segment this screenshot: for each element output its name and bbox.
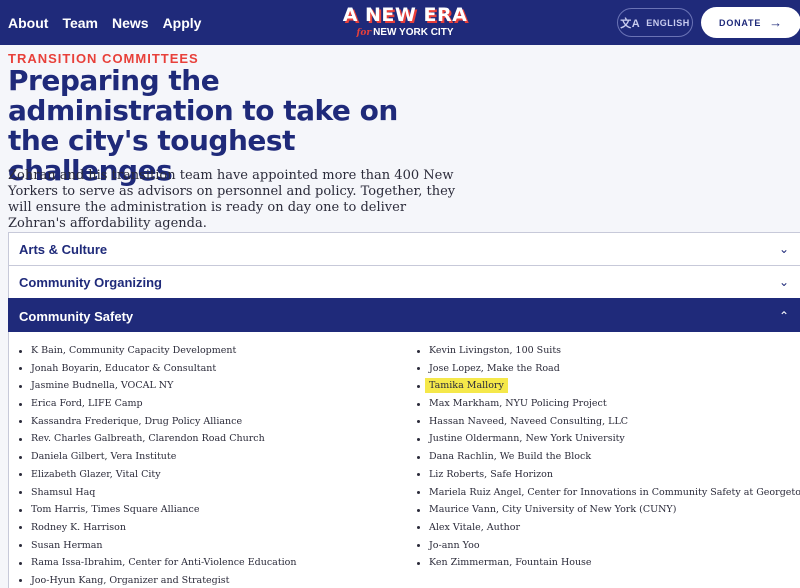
list-item: Justine Oldermann, New York University bbox=[415, 430, 800, 448]
list-item: Tom Harris, Times Square Alliance bbox=[17, 501, 297, 519]
logo-sub-text: for NEW YORK CITY bbox=[340, 27, 470, 39]
logo-city-text: NEW YORK CITY bbox=[373, 27, 454, 38]
list-item: Shamsul Haq bbox=[17, 484, 297, 502]
translate-icon: 文A bbox=[620, 17, 641, 30]
list-item: Kevin Livingston, 100 Suits bbox=[415, 342, 800, 360]
community-safety-panel: K Bain, Community Capacity Development J… bbox=[8, 332, 800, 588]
list-item: Susan Herman bbox=[17, 537, 297, 555]
list-item: Jo-ann Yoo bbox=[415, 537, 800, 555]
members-list-right: Kevin Livingston, 100 Suits Jose Lopez, … bbox=[415, 342, 800, 572]
intro-paragraph: Zohran and his transition team have appo… bbox=[8, 168, 456, 231]
list-item: Rev. Charles Galbreath, Clarendon Road C… bbox=[17, 430, 297, 448]
list-item: Jasmine Budnella, VOCAL NY bbox=[17, 377, 297, 395]
list-item: Daniela Gilbert, Vera Institute bbox=[17, 448, 297, 466]
chevron-down-icon: ⌄ bbox=[778, 242, 789, 256]
nav-news-link[interactable]: News bbox=[112, 15, 149, 31]
list-item-highlighted: Tamika Mallory bbox=[415, 377, 800, 395]
nav-apply-link[interactable]: Apply bbox=[163, 15, 202, 31]
list-item: Dana Rachlin, We Build the Block bbox=[415, 448, 800, 466]
list-item: Rodney K. Harrison bbox=[17, 519, 297, 537]
list-item: Jose Lopez, Make the Road bbox=[415, 360, 800, 378]
language-button[interactable]: 文A ENGLISH bbox=[617, 8, 693, 37]
chevron-down-icon: ⌄ bbox=[778, 275, 789, 289]
nav-team-link[interactable]: Team bbox=[62, 15, 98, 31]
list-item: Alex Vitale, Author bbox=[415, 519, 800, 537]
accordion-item-community-organizing[interactable]: Community Organizing ⌄ bbox=[8, 265, 800, 298]
main-nav: About Team News Apply bbox=[8, 0, 201, 45]
members-list-left: K Bain, Community Capacity Development J… bbox=[17, 342, 297, 588]
site-header: About Team News Apply A NEW ERA for NEW Y… bbox=[0, 0, 800, 45]
accordion-item-community-safety[interactable]: Community Safety ⌃ bbox=[8, 298, 800, 333]
accordion-item-arts-culture[interactable]: Arts & Culture ⌄ bbox=[8, 232, 800, 265]
nav-about-link[interactable]: About bbox=[8, 15, 48, 31]
committees-accordion: Arts & Culture ⌄ Community Organizing ⌄ … bbox=[8, 232, 800, 333]
list-item: Maurice Vann, City University of New Yor… bbox=[415, 501, 800, 519]
site-logo[interactable]: A NEW ERA for NEW YORK CITY bbox=[340, 4, 470, 39]
list-item: Mariela Ruiz Angel, Center for Innovatio… bbox=[415, 484, 800, 502]
list-item: Kassandra Frederique, Drug Policy Allian… bbox=[17, 413, 297, 431]
list-item: Erica Ford, LIFE Camp bbox=[17, 395, 297, 413]
list-item: Max Markham, NYU Policing Project bbox=[415, 395, 800, 413]
logo-main-text: A NEW ERA bbox=[342, 4, 468, 26]
accordion-label: Community Organizing bbox=[19, 274, 162, 290]
donate-button[interactable]: DONATE → bbox=[701, 7, 800, 38]
list-item: Elizabeth Glazer, Vital City bbox=[17, 466, 297, 484]
logo-for-text: for bbox=[356, 28, 372, 38]
list-item: Hassan Naveed, Naveed Consulting, LLC bbox=[415, 413, 800, 431]
list-item: Joo-Hyun Kang, Organizer and Strategist bbox=[17, 572, 297, 588]
arrow-right-icon: → bbox=[769, 15, 783, 30]
accordion-label: Community Safety bbox=[19, 308, 134, 324]
language-label: ENGLISH bbox=[646, 17, 690, 28]
list-item: K Bain, Community Capacity Development bbox=[17, 342, 297, 360]
chevron-up-icon: ⌃ bbox=[778, 309, 789, 323]
list-item: Ken Zimmerman, Fountain House bbox=[415, 554, 800, 572]
donate-label: DONATE bbox=[719, 17, 762, 28]
accordion-label: Arts & Culture bbox=[19, 241, 108, 257]
list-item: Rama Issa-Ibrahim, Center for Anti-Viole… bbox=[17, 554, 297, 572]
list-item: Jonah Boyarin, Educator & Consultant bbox=[17, 360, 297, 378]
highlighted-name: Tamika Mallory bbox=[425, 378, 508, 394]
list-item: Liz Roberts, Safe Horizon bbox=[415, 466, 800, 484]
